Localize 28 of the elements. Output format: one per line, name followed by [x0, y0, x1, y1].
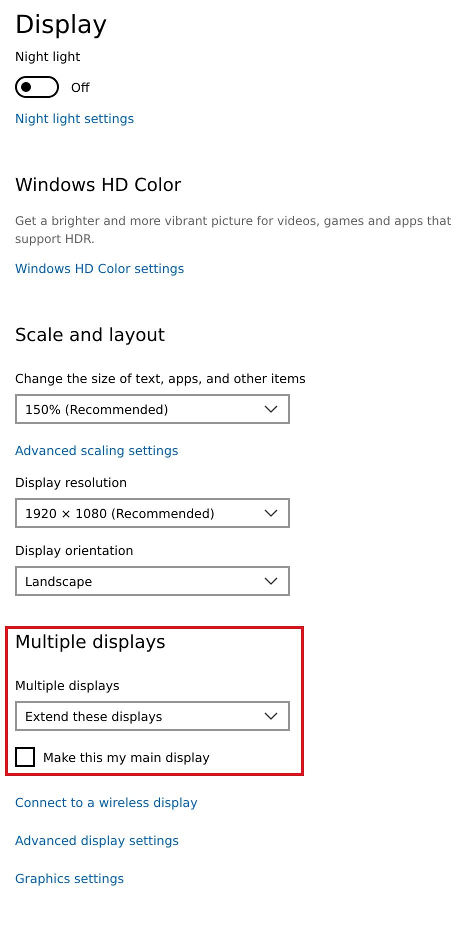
chevron-down-icon: [264, 405, 278, 413]
chevron-down-icon: [264, 577, 278, 585]
field-label: Multiple displays: [15, 677, 120, 695]
dropdown[interactable]: Landscape: [15, 566, 290, 596]
toggle-state-label: Off: [71, 80, 90, 94]
field-label: Display orientation: [15, 542, 134, 560]
chevron-down-icon: [264, 712, 278, 720]
chevron-down-icon: [264, 509, 278, 517]
settings-link[interactable]: Windows HD Color settings: [15, 260, 184, 278]
section-heading: Multiple displays: [15, 631, 166, 655]
settings-link[interactable]: Graphics settings: [15, 870, 124, 888]
field-label: Night light: [15, 48, 80, 66]
dropdown[interactable]: 1920 × 1080 (Recommended): [15, 498, 290, 528]
dropdown[interactable]: 150% (Recommended): [15, 394, 290, 424]
toggle-switch[interactable]: [15, 76, 59, 98]
description-text: Get a brighter and more vibrant picture for videos, games and apps that support HDR.: [15, 213, 452, 248]
field-label: Display resolution: [15, 474, 128, 492]
page-title: Display: [15, 9, 108, 41]
checkbox[interactable]: [15, 747, 35, 767]
settings-link[interactable]: Advanced scaling settings: [15, 442, 178, 460]
section-heading: Scale and layout: [15, 324, 165, 348]
settings-link[interactable]: Advanced display settings: [15, 832, 179, 850]
section-heading: Windows HD Color: [15, 174, 182, 198]
settings-link[interactable]: Connect to a wireless display: [15, 794, 198, 812]
settings-link[interactable]: Night light settings: [15, 110, 134, 128]
checkbox-label: Make this my main display: [43, 750, 210, 764]
dropdown[interactable]: Extend these displays: [15, 701, 290, 731]
field-label: Change the size of text, apps, and other items: [15, 370, 306, 388]
